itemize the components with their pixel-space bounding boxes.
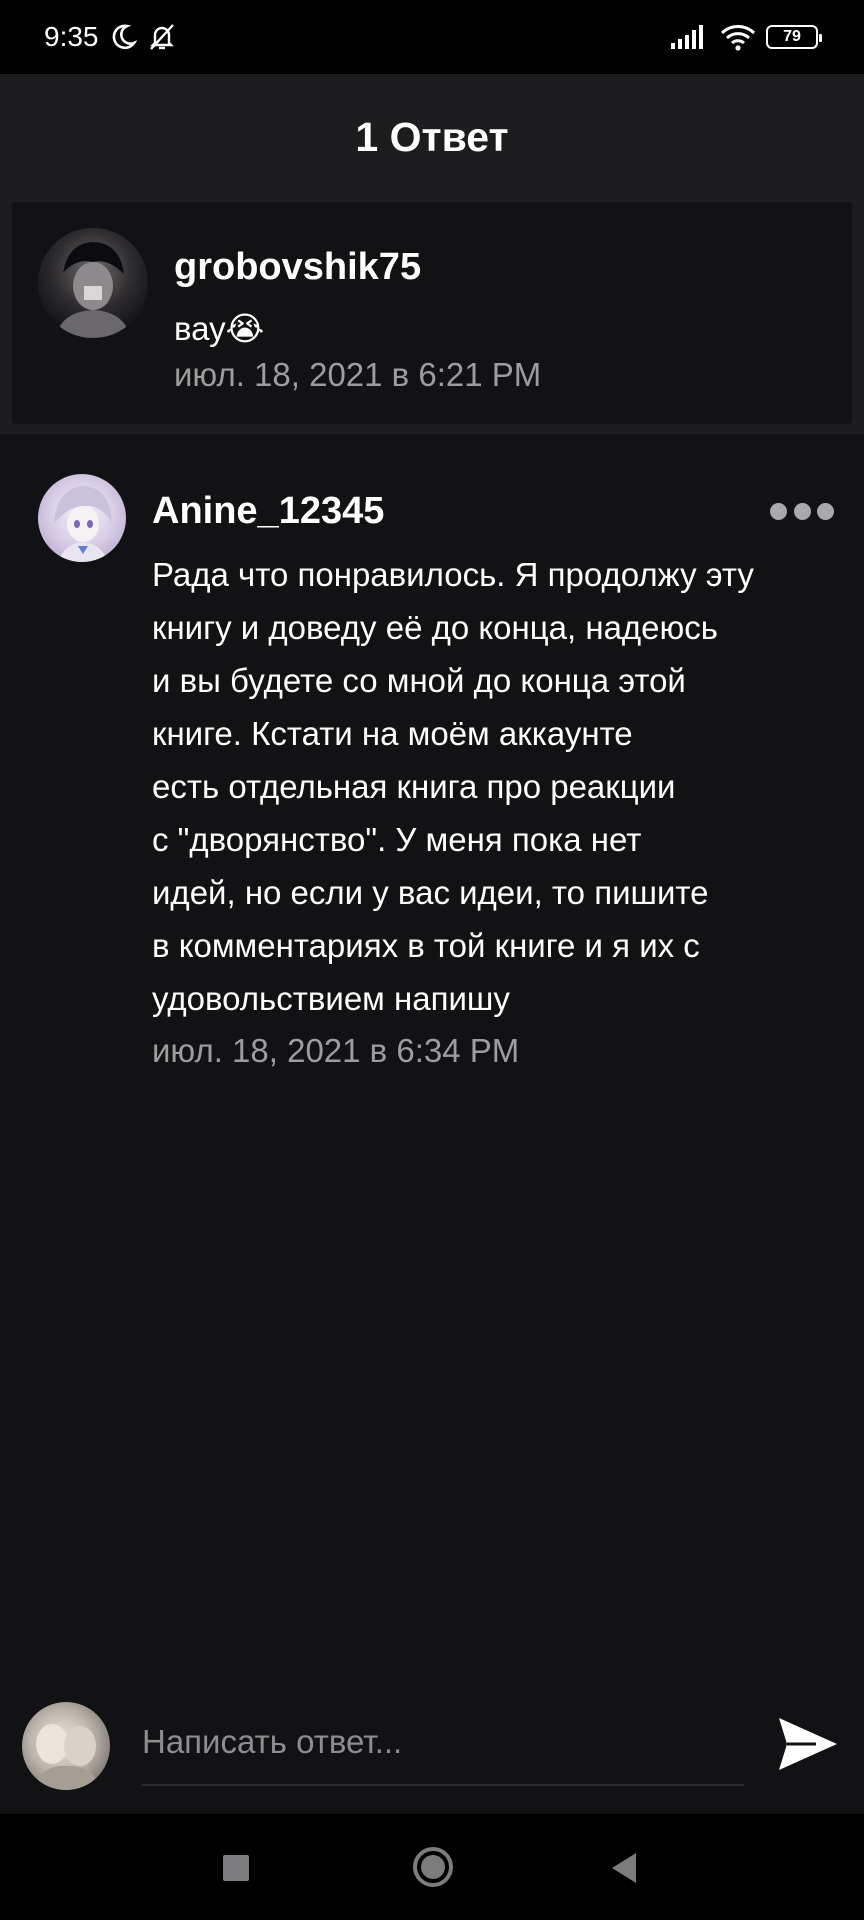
- reply-text-line: и вы будете со мной до конца этой: [152, 662, 686, 699]
- recents-button[interactable]: [222, 1854, 250, 1887]
- reply-text-line: в комментариях в той книге и я их с: [152, 927, 700, 964]
- parent-comment-card: grobovshik75 вау😭 июл. 18, 2021 в 6:21 P…: [12, 202, 852, 424]
- recents-icon: [223, 1855, 249, 1881]
- parent-comment-text: вау😭: [174, 310, 265, 347]
- page-title: 1 Ответ: [355, 113, 509, 160]
- status-bar: 9:35 79: [0, 0, 864, 74]
- more-dot-icon: [770, 502, 787, 520]
- system-navigation-bar: [0, 1814, 864, 1920]
- reply-user-avatar[interactable]: [38, 474, 126, 562]
- home-button[interactable]: [412, 1846, 454, 1893]
- page-title-bar: 1 Ответ: [0, 74, 864, 200]
- parent-user-avatar[interactable]: [38, 228, 148, 338]
- back-button[interactable]: [610, 1852, 638, 1889]
- bell-off-icon: [147, 22, 177, 52]
- current-user-avatar: [22, 1702, 110, 1790]
- reply-text-line: с "дворянство". У меня пока нет: [152, 821, 642, 858]
- reply-text-line: идей, но если у вас идеи, то пишите: [152, 874, 709, 911]
- clock-time: 9:35: [44, 21, 99, 52]
- send-button[interactable]: [776, 1714, 840, 1774]
- reply-text-line: книге. Кстати на моём аккаунте: [152, 715, 633, 752]
- reply-input[interactable]: [142, 1700, 744, 1786]
- moon-icon: [109, 23, 137, 51]
- reply-text-line: удовольствием напишу: [152, 980, 510, 1017]
- reply-compose-bar: [0, 1690, 864, 1814]
- reply-text-line: Рада что понравилось. Я продолжу эту: [152, 556, 754, 593]
- battery-indicator: 79: [766, 25, 822, 49]
- more-dot-icon: [817, 502, 834, 520]
- reply-text-line: есть отдельная книга про реакции: [152, 768, 676, 805]
- parent-comment-timestamp: июл. 18, 2021 в 6:21 PM: [174, 356, 542, 393]
- reply-text-line: книгу и доведу её до конца, надеюсь: [152, 609, 718, 646]
- home-icon: [413, 1847, 453, 1887]
- reply-username[interactable]: Anine_12345: [152, 490, 384, 533]
- more-options-button[interactable]: [770, 498, 834, 524]
- send-icon: [779, 1718, 837, 1770]
- reply-comment-timestamp: июл. 18, 2021 в 6:34 PM: [152, 1032, 520, 1069]
- parent-username[interactable]: grobovshik75: [174, 246, 421, 289]
- parent-comment-section: grobovshik75 вау😭 июл. 18, 2021 в 6:21 P…: [0, 200, 864, 434]
- more-dot-icon: [793, 502, 811, 520]
- reply-comment-text: Рада что понравилось. Я продолжу эту кни…: [152, 548, 842, 1025]
- back-icon: [612, 1853, 636, 1883]
- signal-icon: [670, 24, 710, 50]
- wifi-icon: [720, 23, 756, 51]
